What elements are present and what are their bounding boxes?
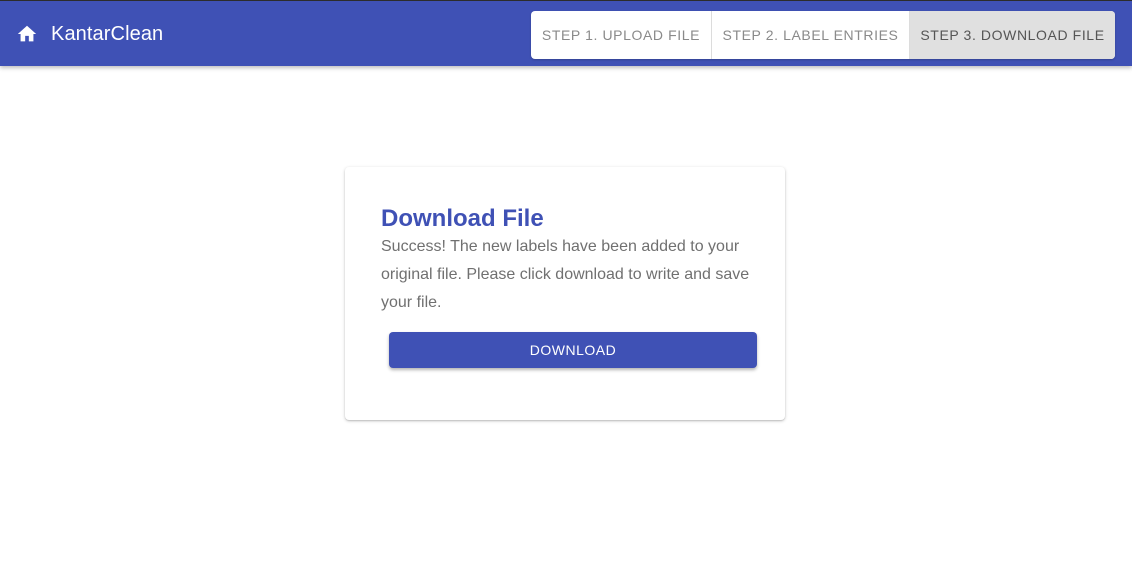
step-download-file[interactable]: STEP 3. DOWNLOAD FILE: [910, 11, 1115, 59]
card-title: Download File: [381, 205, 544, 232]
success-message: Success! The new labels have been added …: [381, 238, 750, 311]
download-card: Download File Success! The new labels ha…: [345, 167, 785, 420]
home-icon: [17, 25, 37, 42]
step-nav: STEP 1. UPLOAD FILE STEP 2. LABEL ENTRIE…: [531, 11, 1115, 59]
download-button[interactable]: DOWNLOAD: [389, 332, 757, 368]
home-button[interactable]: [14, 21, 40, 47]
app-bar: KantarClean STEP 1. UPLOAD FILE STEP 2. …: [0, 0, 1132, 66]
step-label-entries[interactable]: STEP 2. LABEL ENTRIES: [712, 11, 910, 59]
app-title: KantarClean: [51, 23, 164, 45]
step-upload-file[interactable]: STEP 1. UPLOAD FILE: [531, 11, 712, 59]
